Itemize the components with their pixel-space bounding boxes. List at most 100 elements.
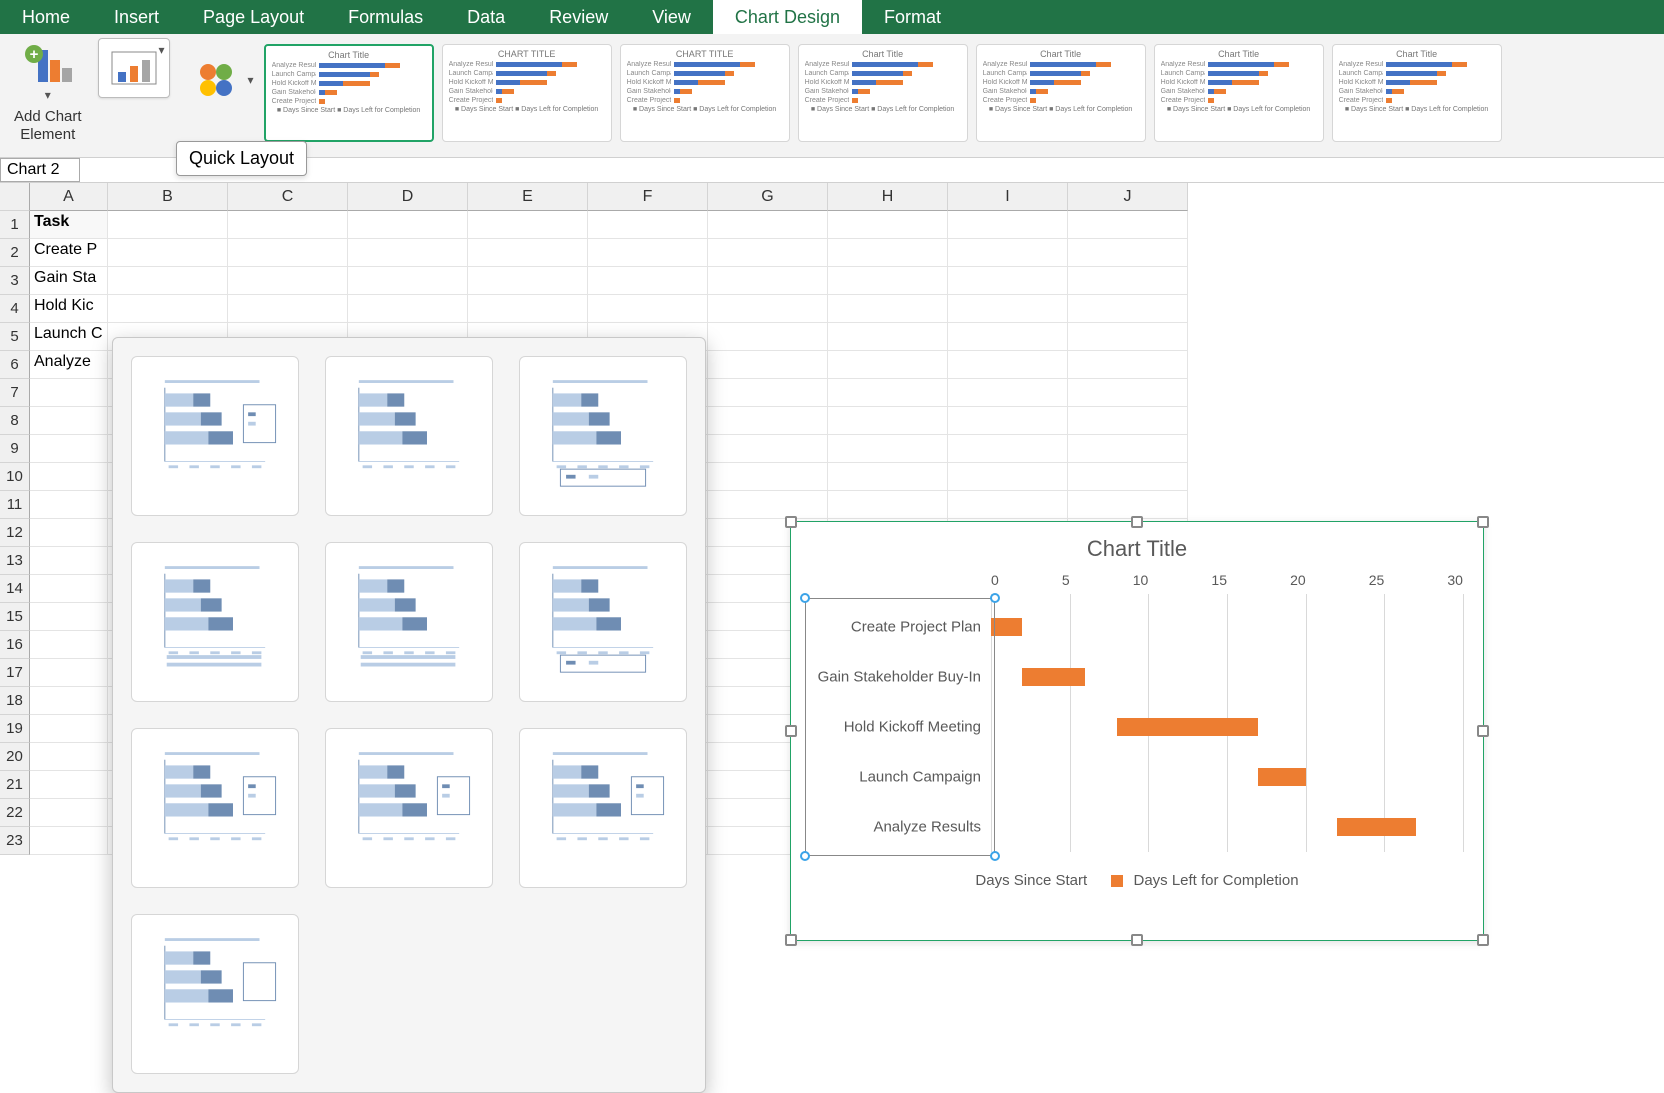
tab-formulas[interactable]: Formulas xyxy=(326,0,445,34)
cell[interactable] xyxy=(1068,463,1188,491)
data-bar[interactable] xyxy=(1117,718,1259,736)
cell[interactable] xyxy=(948,407,1068,435)
col-header[interactable]: E xyxy=(468,183,588,211)
cell[interactable] xyxy=(348,295,468,323)
col-header[interactable]: I xyxy=(948,183,1068,211)
cell[interactable] xyxy=(348,267,468,295)
cell[interactable] xyxy=(948,379,1068,407)
row-header[interactable]: 9 xyxy=(0,435,30,463)
col-header[interactable]: G xyxy=(708,183,828,211)
quick-layout-option-4[interactable] xyxy=(131,542,299,702)
row-header[interactable]: 20 xyxy=(0,743,30,771)
selection-handle[interactable] xyxy=(1477,934,1489,946)
chart-title[interactable]: Chart Title xyxy=(791,522,1483,572)
cell[interactable] xyxy=(828,351,948,379)
cell[interactable] xyxy=(708,267,828,295)
row-header[interactable]: 7 xyxy=(0,379,30,407)
cell[interactable] xyxy=(30,715,108,743)
cell[interactable] xyxy=(708,491,828,519)
selection-handle[interactable] xyxy=(1131,934,1143,946)
cell[interactable] xyxy=(30,519,108,547)
cell[interactable] xyxy=(708,379,828,407)
tab-review[interactable]: Review xyxy=(527,0,630,34)
chart-style-thumb-6[interactable]: Chart TitleAnalyze ResultsLaunch Campaig… xyxy=(1154,44,1324,142)
row-header[interactable]: 6 xyxy=(0,351,30,379)
selection-handle[interactable] xyxy=(1131,516,1143,528)
chart-style-thumb-5[interactable]: Chart TitleAnalyze ResultsLaunch Campaig… xyxy=(976,44,1146,142)
col-header[interactable]: H xyxy=(828,183,948,211)
row-header[interactable]: 19 xyxy=(0,715,30,743)
data-bar[interactable] xyxy=(1337,818,1416,836)
cell[interactable] xyxy=(948,351,1068,379)
cell[interactable] xyxy=(948,239,1068,267)
cell[interactable] xyxy=(828,267,948,295)
cell[interactable] xyxy=(828,295,948,323)
cell[interactable] xyxy=(948,267,1068,295)
embedded-chart[interactable]: Chart Title 051015202530Create Project P… xyxy=(790,521,1484,941)
cell[interactable] xyxy=(1068,323,1188,351)
row-header[interactable]: 13 xyxy=(0,547,30,575)
chart-style-thumb-4[interactable]: Chart TitleAnalyze ResultsLaunch Campaig… xyxy=(798,44,968,142)
data-bar[interactable] xyxy=(1022,668,1085,686)
cell[interactable] xyxy=(468,211,588,239)
cell[interactable]: Hold Kic xyxy=(30,295,108,323)
row-header[interactable]: 15 xyxy=(0,603,30,631)
cell[interactable] xyxy=(30,659,108,687)
cell[interactable]: Gain Sta xyxy=(30,267,108,295)
cell[interactable] xyxy=(108,211,228,239)
cell[interactable] xyxy=(1068,211,1188,239)
col-header[interactable]: A xyxy=(30,183,108,211)
cell[interactable] xyxy=(1068,491,1188,519)
name-box[interactable] xyxy=(0,158,80,182)
cell[interactable] xyxy=(30,575,108,603)
tab-home[interactable]: Home xyxy=(0,0,92,34)
quick-layout-option-8[interactable] xyxy=(325,728,493,888)
col-header[interactable]: J xyxy=(1068,183,1188,211)
cell[interactable]: Analyze xyxy=(30,351,108,379)
cell[interactable] xyxy=(1068,435,1188,463)
cell[interactable] xyxy=(108,239,228,267)
quick-layout-option-10[interactable] xyxy=(131,914,299,1074)
col-header[interactable]: B xyxy=(108,183,228,211)
cell[interactable] xyxy=(708,323,828,351)
cell[interactable]: Create P xyxy=(30,239,108,267)
quick-layout-option-7[interactable] xyxy=(131,728,299,888)
cell[interactable] xyxy=(30,631,108,659)
select-all-corner[interactable] xyxy=(0,183,30,211)
cell[interactable] xyxy=(30,799,108,827)
cell[interactable]: Task xyxy=(30,211,108,239)
cell[interactable] xyxy=(828,435,948,463)
worksheet-grid[interactable]: 1234567891011121314151617181920212223 AB… xyxy=(0,183,1664,1023)
cell[interactable] xyxy=(228,211,348,239)
chart-style-thumb-1[interactable]: Chart TitleAnalyze ResultsLaunch Campaig… xyxy=(264,44,434,142)
row-header[interactable]: 3 xyxy=(0,267,30,295)
row-header[interactable]: 23 xyxy=(0,827,30,855)
cell[interactable] xyxy=(708,351,828,379)
cell[interactable] xyxy=(1068,295,1188,323)
cell[interactable] xyxy=(588,239,708,267)
chart-style-thumb-3[interactable]: CHART TITLEAnalyze ResultsLaunch Campaig… xyxy=(620,44,790,142)
cell[interactable] xyxy=(30,491,108,519)
row-header[interactable]: 4 xyxy=(0,295,30,323)
tab-chart-design[interactable]: Chart Design xyxy=(713,0,862,34)
cell[interactable] xyxy=(708,295,828,323)
tab-data[interactable]: Data xyxy=(445,0,527,34)
row-header[interactable]: 5 xyxy=(0,323,30,351)
cell[interactable] xyxy=(30,827,108,855)
quick-layout-option-9[interactable] xyxy=(519,728,687,888)
data-bar[interactable] xyxy=(1258,768,1305,786)
cell[interactable] xyxy=(30,435,108,463)
selection-handle[interactable] xyxy=(785,516,797,528)
row-header[interactable]: 8 xyxy=(0,407,30,435)
cell[interactable] xyxy=(1068,407,1188,435)
cell[interactable] xyxy=(948,435,1068,463)
chart-legend[interactable]: Days Since Start Days Left for Completio… xyxy=(791,852,1483,909)
row-header[interactable]: 12 xyxy=(0,519,30,547)
cell[interactable] xyxy=(828,491,948,519)
cell[interactable] xyxy=(30,743,108,771)
tab-insert[interactable]: Insert xyxy=(92,0,181,34)
cell[interactable] xyxy=(828,323,948,351)
quick-layout-option-6[interactable] xyxy=(519,542,687,702)
cell[interactable] xyxy=(588,267,708,295)
quick-layout-option-5[interactable] xyxy=(325,542,493,702)
